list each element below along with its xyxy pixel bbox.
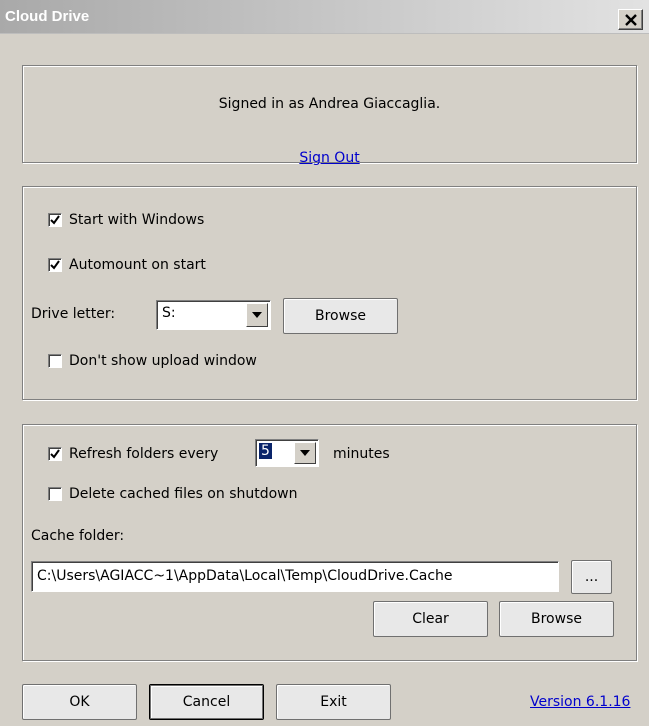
- refresh-interval-value: 5: [259, 443, 272, 459]
- checkmark-icon: [50, 215, 60, 225]
- refresh-interval-select[interactable]: 5: [255, 439, 319, 467]
- sign-out-link[interactable]: Sign Out: [299, 150, 359, 166]
- cache-browse-button[interactable]: Browse: [499, 601, 614, 637]
- drive-browse-button[interactable]: Browse: [283, 298, 398, 334]
- hide-upload-window-checkbox[interactable]: [48, 354, 62, 368]
- drive-letter-value: S:: [162, 305, 176, 321]
- delete-cached-checkbox[interactable]: [48, 487, 62, 501]
- drive-letter-select[interactable]: S:: [156, 300, 271, 330]
- start-with-windows-label: Start with Windows: [69, 212, 205, 228]
- close-button[interactable]: [618, 9, 643, 30]
- drive-letter-dropdown-button[interactable]: [246, 303, 268, 327]
- refresh-option[interactable]: Refresh folders every: [48, 446, 218, 462]
- cache-folder-input[interactable]: C:\Users\AGIACC~1\AppData\Local\Temp\Clo…: [31, 561, 559, 592]
- automount-option[interactable]: Automount on start: [48, 257, 206, 273]
- checkmark-icon: [50, 260, 60, 270]
- window-title: Cloud Drive: [5, 8, 90, 25]
- cache-folder-ellipsis-button[interactable]: ...: [571, 560, 612, 594]
- automount-label: Automount on start: [69, 257, 206, 273]
- exit-button[interactable]: Exit: [276, 684, 391, 720]
- automount-checkbox[interactable]: [48, 258, 62, 272]
- title-bar: Cloud Drive: [0, 0, 649, 34]
- delete-cached-option[interactable]: Delete cached files on shutdown: [48, 486, 298, 502]
- chevron-down-icon: [252, 312, 262, 318]
- refresh-checkbox[interactable]: [48, 447, 62, 461]
- clear-cache-button[interactable]: Clear: [373, 601, 488, 637]
- refresh-interval-dropdown-button[interactable]: [294, 442, 316, 464]
- chevron-down-icon: [300, 450, 310, 456]
- ok-button[interactable]: OK: [22, 684, 137, 720]
- cache-panel: Refresh folders every 5 minutes Delete c…: [22, 424, 637, 661]
- account-panel: Signed in as Andrea Giaccaglia. Sign Out: [22, 65, 637, 166]
- checkmark-icon: [50, 449, 60, 459]
- cache-folder-label: Cache folder:: [31, 528, 125, 544]
- delete-cached-label: Delete cached files on shutdown: [69, 486, 298, 502]
- version-link[interactable]: Version 6.1.16: [530, 694, 630, 710]
- drive-letter-label: Drive letter:: [31, 306, 116, 322]
- close-icon: [624, 13, 637, 26]
- start-with-windows-option[interactable]: Start with Windows: [48, 212, 204, 228]
- cancel-button[interactable]: Cancel: [149, 684, 264, 720]
- hide-upload-window-label: Don't show upload window: [69, 353, 257, 369]
- start-with-windows-checkbox[interactable]: [48, 213, 62, 227]
- refresh-unit-label: minutes: [333, 446, 390, 462]
- signed-in-text: Signed in as Andrea Giaccaglia.: [218, 96, 441, 112]
- hide-upload-window-option[interactable]: Don't show upload window: [48, 353, 257, 369]
- startup-panel: Start with Windows Automount on start Dr…: [22, 186, 637, 400]
- refresh-label: Refresh folders every: [69, 446, 219, 462]
